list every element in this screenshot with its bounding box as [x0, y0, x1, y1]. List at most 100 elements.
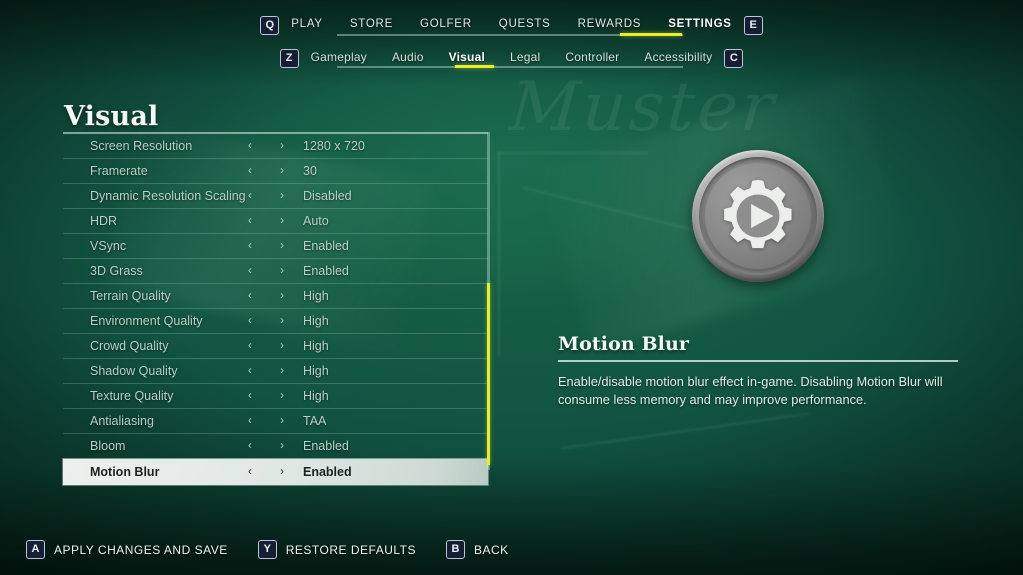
settings-row[interactable]: Antialiasing ‹ › TAA [63, 409, 488, 434]
gear-play-icon [692, 150, 824, 282]
topnav-item-settings[interactable]: SETTINGS [668, 18, 732, 32]
settings-row-label: Texture Quality [90, 389, 174, 403]
chevron-left-icon[interactable]: ‹ [248, 415, 252, 427]
chevron-left-icon[interactable]: ‹ [248, 365, 252, 377]
topnav-item-rewards[interactable]: REWARDS [578, 18, 642, 32]
topnav-item-quests[interactable]: QUESTS [499, 18, 551, 32]
settings-row[interactable]: Texture Quality ‹ › High [63, 384, 488, 409]
settings-row-label: Motion Blur [90, 465, 160, 479]
background-line [498, 152, 500, 357]
subnav-rule [337, 66, 683, 68]
subnav-item-visual[interactable]: Visual [449, 50, 485, 66]
settings-row-arrows: ‹ › [248, 440, 284, 452]
action-key-badge: Y [257, 540, 277, 559]
topnav-prev-key-badge[interactable]: Q [260, 15, 280, 35]
settings-row-label: Crowd Quality [90, 339, 169, 353]
settings-screen: Muster Q PLAY STORE GOLFER QUESTS REWARD… [0, 0, 1023, 575]
settings-row-label: Bloom [90, 439, 126, 453]
topnav-item-store[interactable]: STORE [350, 18, 393, 32]
background-line [498, 152, 648, 154]
topnav-next-key-badge[interactable]: E [743, 15, 763, 35]
action-label: BACK [473, 542, 509, 557]
settings-row-arrows: ‹ › [248, 140, 284, 152]
background-line [561, 412, 809, 450]
settings-row-label: Screen Resolution [90, 139, 193, 153]
settings-row[interactable]: 3D Grass ‹ › Enabled [63, 259, 488, 284]
settings-row-value: Auto [303, 214, 329, 228]
page-title: Visual [64, 101, 159, 132]
settings-row-arrows: ‹ › [248, 466, 284, 478]
settings-row-value: TAA [303, 414, 327, 428]
settings-row-value: Enabled [303, 439, 349, 453]
settings-row-label: Dynamic Resolution Scaling [90, 189, 246, 203]
chevron-left-icon[interactable]: ‹ [248, 140, 252, 152]
settings-row-arrows: ‹ › [248, 365, 284, 377]
action-restore-defaults[interactable]: Y RESTORE DEFAULTS [257, 540, 416, 559]
settings-row-label: 3D Grass [90, 264, 143, 278]
settings-row-label: Terrain Quality [90, 289, 171, 303]
chevron-left-icon[interactable]: ‹ [248, 265, 252, 277]
chevron-left-icon[interactable]: ‹ [248, 466, 252, 478]
detail-icon-badge [692, 150, 824, 282]
action-key-badge: A [26, 540, 45, 559]
subnav-item-controller[interactable]: Controller [565, 50, 619, 66]
settings-row-arrows: ‹ › [248, 315, 284, 327]
chevron-left-icon[interactable]: ‹ [248, 440, 252, 452]
settings-row-arrows: ‹ › [248, 340, 284, 352]
settings-row[interactable]: Dynamic Resolution Scaling ‹ › Disabled [63, 184, 488, 209]
settings-row-label: HDR [90, 214, 118, 228]
settings-row[interactable]: Terrain Quality ‹ › High [63, 284, 488, 309]
chevron-left-icon[interactable]: ‹ [248, 390, 252, 402]
settings-row[interactable]: Motion Blur ‹ › Enabled [63, 459, 488, 485]
settings-row[interactable]: Crowd Quality ‹ › High [63, 334, 488, 359]
topnav-items: PLAY STORE GOLFER QUESTS REWARDS SETTING… [291, 18, 731, 32]
settings-row-value: Enabled [303, 239, 349, 253]
settings-row[interactable]: HDR ‹ › Auto [63, 209, 488, 234]
settings-list-rows: Screen Resolution ‹ › 1280 x 720 Framerate ‹ ›… [63, 134, 488, 485]
detail-description-panel: Motion Blur Enable/disable motion blur e… [558, 333, 958, 408]
subnav-item-audio[interactable]: Audio [392, 50, 424, 66]
settings-row-value: High [303, 289, 329, 303]
chevron-left-icon[interactable]: ‹ [248, 240, 252, 252]
subnav-prev-key-badge[interactable]: Z [279, 48, 299, 68]
settings-row-arrows: ‹ › [248, 165, 284, 177]
settings-row-arrows: ‹ › [248, 290, 284, 302]
settings-row[interactable]: Screen Resolution ‹ › 1280 x 720 [63, 134, 488, 159]
settings-row[interactable]: Shadow Quality ‹ › High [63, 359, 488, 384]
settings-row-arrows: ‹ › [248, 215, 284, 227]
settings-row-arrows: ‹ › [248, 190, 284, 202]
subnav-item-gameplay[interactable]: Gameplay [311, 50, 367, 66]
subnav-item-legal[interactable]: Legal [510, 50, 540, 66]
settings-row-label: Antialiasing [90, 414, 154, 428]
detail-title: Motion Blur [558, 333, 690, 355]
settings-row-value: High [303, 314, 329, 328]
chevron-left-icon[interactable]: ‹ [248, 315, 252, 327]
chevron-left-icon[interactable]: ‹ [248, 190, 252, 202]
action-key-badge: B [445, 540, 465, 559]
action-bar: A APPLY CHANGES AND SAVE Y RESTORE DEFAULTS… [26, 540, 509, 559]
action-label: APPLY CHANGES AND SAVE [54, 542, 228, 557]
chevron-left-icon[interactable]: ‹ [248, 340, 252, 352]
action-apply-changes-and-save[interactable]: A APPLY CHANGES AND SAVE [26, 540, 228, 559]
subnav-active-underline [455, 65, 494, 68]
subnav-next-key-badge[interactable]: C [724, 48, 744, 68]
topnav-item-play[interactable]: PLAY [291, 18, 323, 32]
chevron-left-icon[interactable]: ‹ [248, 290, 252, 302]
settings-row[interactable]: VSync ‹ › Enabled [63, 234, 488, 259]
settings-row[interactable]: Framerate ‹ › 30 [63, 159, 488, 184]
chevron-left-icon[interactable]: ‹ [248, 165, 252, 177]
settings-row[interactable]: Environment Quality ‹ › High [63, 309, 488, 334]
chevron-left-icon[interactable]: ‹ [248, 215, 252, 227]
subnav-item-accessibility[interactable]: Accessibility [644, 50, 712, 66]
settings-row-label: VSync [90, 239, 127, 253]
detail-divider [558, 360, 958, 362]
settings-row-label: Environment Quality [90, 314, 203, 328]
settings-row[interactable]: Bloom ‹ › Enabled [63, 434, 488, 459]
settings-scrollbar-thumb[interactable] [487, 283, 490, 465]
settings-row-label: Shadow Quality [90, 364, 178, 378]
action-back[interactable]: B BACK [445, 540, 509, 559]
action-label: RESTORE DEFAULTS [285, 542, 416, 557]
topnav-item-golfer[interactable]: GOLFER [420, 18, 472, 32]
settings-row-value: High [303, 364, 329, 378]
settings-row-value: Enabled [303, 465, 352, 479]
